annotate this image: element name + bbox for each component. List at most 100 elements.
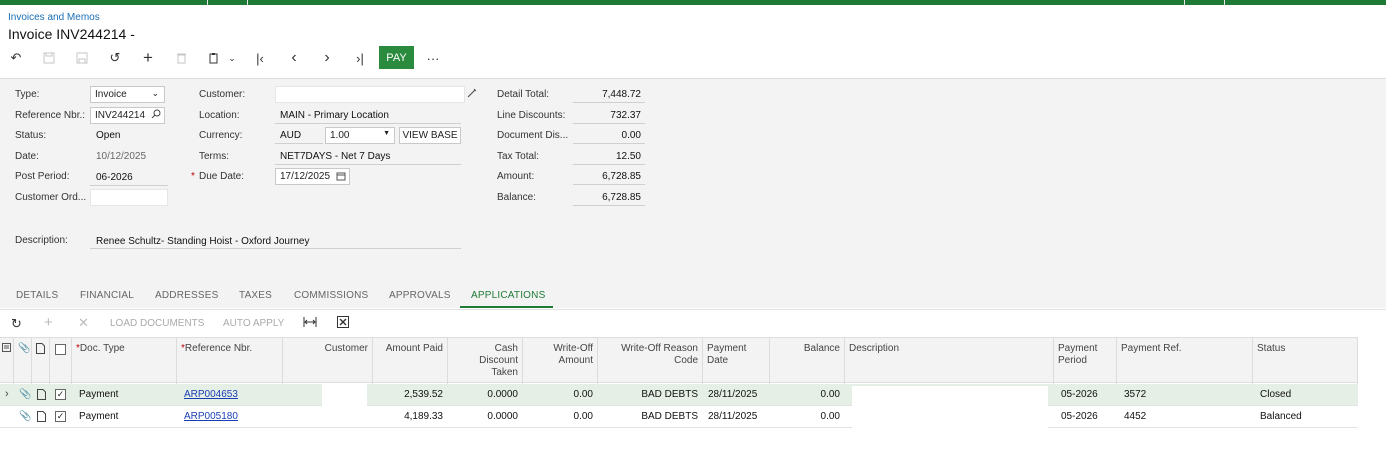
row-selected-checkbox[interactable]: ✓ [55, 389, 66, 400]
post-period-value[interactable]: 06-2026 [96, 172, 133, 183]
location-value[interactable]: MAIN - Primary Location [280, 110, 389, 121]
header-balance[interactable]: Balance [770, 338, 845, 384]
top-bar-divider [1184, 0, 1185, 5]
last-record-icon[interactable]: ›| [350, 49, 370, 67]
save-close-icon[interactable] [39, 49, 59, 67]
header-writeoff-amount[interactable]: Write-Off Amount [523, 338, 598, 384]
header-status[interactable]: Status [1253, 338, 1358, 384]
cell-description [852, 406, 1048, 428]
export-excel-icon[interactable] [337, 316, 349, 331]
type-select[interactable]: Invoice ⌄ [90, 86, 165, 103]
header-payment-date[interactable]: Payment Date [703, 338, 770, 384]
reference-nbr-link[interactable]: ARP005180 [184, 411, 238, 422]
calendar-icon[interactable] [336, 171, 346, 184]
add-icon[interactable]: + [138, 48, 158, 67]
tax-total-value: 12.50 [615, 151, 641, 162]
cell-amount-paid: 2,539.52 [404, 389, 443, 400]
header-cash-discount[interactable]: Cash Discount Taken [448, 338, 523, 384]
pay-button[interactable]: PAY [379, 46, 414, 69]
tab-addresses[interactable]: ADDRESSES [155, 290, 219, 301]
auto-apply-button[interactable]: AUTO APPLY [223, 318, 284, 329]
cell-payment-date: 28/11/2025 [708, 411, 758, 422]
header-selector-icon[interactable] [0, 338, 14, 384]
customer-order-input[interactable] [90, 189, 168, 206]
row-expand-chevron-icon[interactable]: › [5, 388, 9, 400]
tab-financial[interactable]: FINANCIAL [80, 290, 134, 301]
page-title: Invoice INV244214 - [8, 26, 135, 42]
currency-label: Currency: [199, 130, 243, 141]
amount-label: Amount: [497, 171, 535, 182]
description-label: Description: [15, 235, 68, 246]
caret-down-icon: ▼ [383, 130, 390, 137]
cell-doc-type: Payment [79, 411, 119, 422]
reference-nbr-input[interactable]: INV244214 [90, 107, 165, 124]
note-icon[interactable] [37, 411, 46, 425]
note-icon[interactable] [37, 389, 46, 403]
tab-details[interactable]: DETAILS [16, 290, 58, 301]
type-label: Type: [15, 89, 40, 100]
header-reference-nbr[interactable]: *Reference Nbr. [177, 338, 283, 384]
copy-paste-icon[interactable] [204, 49, 224, 67]
due-date-input[interactable]: 17/12/2025 [275, 168, 350, 185]
type-value: Invoice [95, 89, 127, 100]
header-doc-type[interactable]: *Doc. Type [72, 338, 177, 384]
first-record-icon[interactable]: |‹ [250, 49, 270, 67]
view-base-button[interactable]: VIEW BASE [399, 127, 461, 144]
search-icon[interactable] [151, 109, 161, 122]
more-icon[interactable]: ··· [423, 49, 443, 67]
attachment-icon[interactable]: 📎 [19, 389, 31, 400]
back-icon[interactable]: ↶ [6, 49, 26, 67]
delete-icon[interactable] [171, 49, 191, 67]
table-row[interactable]: 📎 ✓ Payment ARP005180 4,189.33 0.0000 0.… [0, 406, 1358, 428]
next-record-icon[interactable]: › [317, 49, 337, 67]
select-all-checkbox[interactable] [55, 344, 66, 355]
refresh-icon[interactable]: ↻ [11, 316, 22, 332]
document-discount-value: 0.00 [621, 130, 641, 141]
add-row-icon[interactable]: + [44, 314, 53, 331]
undo-icon[interactable]: ↺ [105, 49, 125, 67]
currency-value[interactable]: AUD [280, 130, 301, 141]
cell-writeoff-amount: 0.00 [573, 411, 593, 422]
attachment-icon[interactable]: 📎 [19, 411, 31, 422]
cell-reference-nbr[interactable]: ARP004653 [179, 384, 283, 406]
note-icon [32, 338, 50, 384]
cell-reference-nbr[interactable]: ARP005180 [179, 406, 283, 428]
header-select-all-checkbox[interactable] [50, 338, 72, 384]
balance-underline [573, 205, 645, 206]
reference-nbr-label: Reference Nbr.: [15, 110, 86, 121]
load-documents-button[interactable]: LOAD DOCUMENTS [110, 318, 204, 329]
tab-applications[interactable]: APPLICATIONS [471, 290, 545, 301]
header-description[interactable]: Description [845, 338, 1054, 384]
cell-customer [283, 406, 373, 428]
header-writeoff-reason[interactable]: Write-Off Reason Code [598, 338, 703, 384]
save-icon[interactable] [72, 49, 92, 67]
row-selected-checkbox[interactable]: ✓ [55, 411, 66, 422]
document-tabs: DETAILS FINANCIAL ADDRESSES TAXES COMMIS… [0, 282, 1386, 309]
amount-value: 6,728.85 [602, 171, 641, 182]
line-discounts-underline [573, 123, 645, 124]
delete-row-icon[interactable]: ✕ [78, 315, 89, 331]
header-customer[interactable]: Customer [283, 338, 373, 384]
header-amount-paid[interactable]: Amount Paid [373, 338, 448, 384]
previous-record-icon[interactable]: ‹ [284, 49, 304, 67]
top-accent-bar [0, 0, 1386, 5]
currency-rate-select[interactable]: 1.00 ▼ [325, 127, 395, 144]
description-value[interactable]: Renee Schultz- Standing Hoist - Oxford J… [96, 236, 309, 247]
fit-columns-icon[interactable] [303, 316, 317, 331]
customer-input[interactable] [275, 86, 465, 103]
tab-approvals[interactable]: APPROVALS [389, 290, 451, 301]
header-payment-ref[interactable]: Payment Ref. [1117, 338, 1253, 384]
tab-commissions[interactable]: COMMISSIONS [294, 290, 368, 301]
currency-rate-value: 1.00 [330, 130, 350, 141]
terms-value[interactable]: NET7DAYS - Net 7 Days [280, 151, 390, 162]
detail-total-value: 7,448.72 [602, 89, 641, 100]
chevron-down-icon[interactable]: ⌄ [222, 49, 242, 67]
tax-total-label: Tax Total: [497, 151, 540, 162]
edit-pencil-icon[interactable] [467, 88, 477, 101]
breadcrumb[interactable]: Invoices and Memos [8, 12, 100, 23]
header-payment-period[interactable]: Payment Period [1054, 338, 1117, 384]
table-row[interactable]: › 📎 ✓ Payment ARP004653 2,539.52 0.0000 … [0, 384, 1358, 410]
tab-taxes[interactable]: TAXES [239, 290, 272, 301]
cell-writeoff-reason: BAD DEBTS [641, 389, 698, 400]
reference-nbr-link[interactable]: ARP004653 [184, 389, 238, 400]
